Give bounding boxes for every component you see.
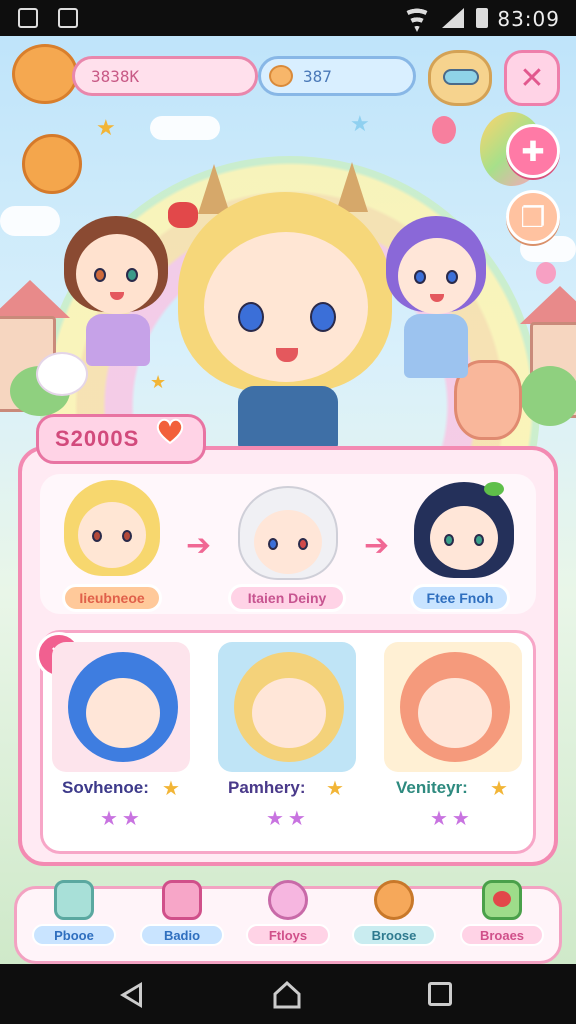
coin-counter: 3838K [72,56,258,96]
roster-card-2[interactable] [218,642,356,772]
evolution-stage-2-name: Itaien Deiny [228,584,346,612]
roster-card-1-rating: ★★ [100,806,144,830]
character-brown-hair-girl [60,210,180,410]
roster-card-1-badge-star: ★ [162,776,180,800]
status-bar: 83:09 [0,0,576,36]
roster-card-1-name: Sovhenoe: [62,778,149,797]
home-icon[interactable] [272,980,302,1010]
roster-card-1[interactable] [52,642,190,772]
score-value: S2000S [55,426,140,451]
evolution-stage-1-name: Iieubneoe [62,584,162,612]
nav-label: Broaes [460,924,544,946]
roster-card-2-name: Pamhery: [228,778,306,797]
arrow-right-icon: ➔ [364,528,390,563]
notification-icon [18,8,38,28]
bread-icon [374,880,414,920]
coin-count: 3838K [91,67,140,86]
system-nav-bar [0,964,576,1024]
leaf-icon [484,482,504,496]
nav-item-badio[interactable]: Badio [138,880,226,956]
evolution-stage-3-portrait[interactable] [414,482,514,584]
nav-label: Badio [140,924,224,946]
roster-card-3-rating: ★★ [430,806,474,830]
evolution-stage-2-portrait[interactable] [238,486,338,586]
nav-label: Ftloys [246,924,330,946]
roster-card-2-badge-star: ★ [326,776,344,800]
battery-icon [476,8,488,28]
sparkle-icon: ★ [350,112,370,137]
heart-gem-icon [269,65,293,87]
roster-card-3[interactable] [384,642,522,772]
nav-item-broose[interactable]: Broose [350,880,438,956]
sparkle-icon: ★ [96,116,116,141]
book-icon [162,880,202,920]
wifi-icon [404,6,430,32]
roster-card-3-badge-star: ★ [490,776,508,800]
cloud-decoration [150,116,220,140]
nav-item-pbooe[interactable]: Pbooe [30,880,118,956]
gem-counter: 387 [258,56,416,96]
image-notification-icon [58,8,78,28]
fox-avatar-icon[interactable] [12,44,78,104]
status-time: 83:09 [497,7,560,31]
drink-icon [54,880,94,920]
hamster-pet-icon[interactable] [428,50,492,106]
gem-count: 387 [303,67,332,86]
cloud-decoration [0,206,60,236]
balloon-icon [536,262,556,284]
goggles-icon [443,69,479,85]
book-button[interactable]: ❐ [506,190,560,244]
character-blonde-cat-girl [168,162,408,452]
recent-apps-icon[interactable] [428,982,452,1006]
signal-icon [442,8,464,28]
roster-card-3-name: Veniteyr: [396,778,468,797]
bow-icon [168,202,198,228]
evolution-stage-3-name: Ftee Fnoh [410,584,510,612]
nav-label: Broose [352,924,436,946]
heal-button[interactable]: ✚ [506,124,560,178]
close-button[interactable]: ✕ [504,50,560,106]
bear-face-icon [268,880,308,920]
balloon-icon [432,116,456,144]
bush [520,366,576,426]
arrow-right-icon: ➔ [186,528,212,563]
heart-icon [156,418,184,444]
nav-item-broaes[interactable]: Broaes [458,880,546,956]
fox-pet-icon [22,134,82,194]
nav-label: Pbooe [32,924,116,946]
evolution-stage-1-portrait[interactable] [64,480,160,580]
nav-item-ftloys[interactable]: Ftloys [244,880,332,956]
roster-card-2-rating: ★★ [266,806,310,830]
heart-box-icon [482,880,522,920]
character-purple-hair-girl [382,216,492,406]
house-roof [520,286,576,324]
